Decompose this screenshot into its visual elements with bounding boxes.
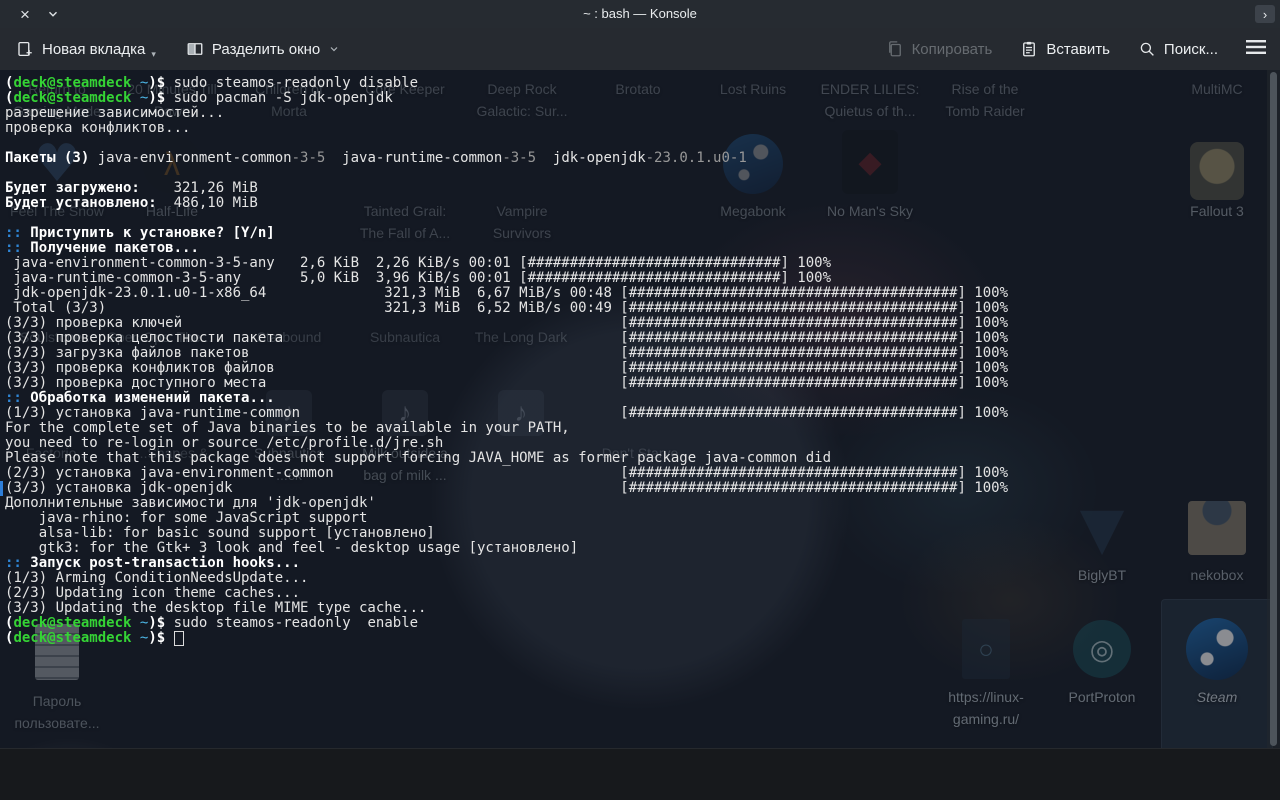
search-button[interactable]: Поиск...: [1138, 40, 1218, 58]
terminal-line: (3/3) проверка целостности пакета [#####…: [5, 331, 1280, 346]
new-tab-button[interactable]: Новая вкладка ▾: [16, 39, 156, 60]
terminal-line: (3/3) проверка доступного места [#######…: [5, 376, 1280, 391]
terminal-line: jdk-openjdk-23.0.1.u0-1-x86_64 321,3 MiB…: [5, 286, 1280, 301]
titlebar[interactable]: ~ : bash — Konsole: [0, 0, 1280, 28]
toolbar: Новая вкладка ▾ Разделить окно Копироват…: [0, 28, 1280, 70]
terminal-line: (1/3) Arming ConditionNeedsUpdate...: [5, 571, 1280, 586]
terminal-scrollbar-thumb[interactable]: [1270, 72, 1277, 746]
terminal-line: Please note that this package does not s…: [5, 451, 1280, 466]
hamburger-menu-icon[interactable]: [1246, 39, 1266, 60]
terminal-line: [5, 136, 1280, 151]
terminal-line: java-rhino: for some JavaScript support: [5, 511, 1280, 526]
terminal-line: Пакеты (3) java-environment-common-3-5 j…: [5, 151, 1280, 166]
terminal-line: (deck@steamdeck ~)$ sudo steamos-readonl…: [5, 616, 1280, 631]
taskbar: › > us 15% ⚙: [0, 748, 1280, 800]
terminal-line: :: Обработка изменений пакета...: [5, 391, 1280, 406]
terminal-line: alsa-lib: for basic sound support [устан…: [5, 526, 1280, 541]
terminal-line: (deck@steamdeck ~)$ sudo steamos-readonl…: [5, 76, 1280, 91]
terminal-line: (deck@steamdeck ~)$: [5, 631, 1280, 646]
chevron-down-icon[interactable]: [46, 7, 60, 21]
close-icon[interactable]: ×: [20, 6, 30, 23]
terminal-line: java-environment-common-3-5-any 2,6 KiB …: [5, 256, 1280, 271]
window-title: ~ : bash — Konsole: [0, 0, 1280, 28]
terminal-line: [5, 166, 1280, 181]
terminal-line: (3/3) Updating the desktop file MIME typ…: [5, 601, 1280, 616]
paste-icon: [1020, 40, 1038, 58]
terminal-line: (2/3) Updating icon theme caches...: [5, 586, 1280, 601]
terminal-line: :: Запуск post-transaction hooks...: [5, 556, 1280, 571]
terminal-line: :: Приступить к установке? [Y/n]: [5, 226, 1280, 241]
terminal-line: Будет загружено: 321,26 MiB: [5, 181, 1280, 196]
copy-icon: [886, 40, 904, 58]
new-output-marker: [0, 481, 3, 496]
terminal-line: (2/3) установка java-environment-common …: [5, 466, 1280, 481]
paste-label: Вставить: [1046, 41, 1110, 58]
new-tab-label: Новая вкладка: [42, 41, 145, 58]
search-icon: [1138, 40, 1156, 58]
chevron-down-icon: [328, 43, 340, 55]
terminal-line: (1/3) установка java-runtime-common [###…: [5, 406, 1280, 421]
search-label: Поиск...: [1164, 41, 1218, 58]
split-window-button[interactable]: Разделить окно: [186, 40, 340, 58]
terminal-line: :: Получение пакетов...: [5, 241, 1280, 256]
terminal-line: Дополнительные зависимости для 'jdk-open…: [5, 496, 1280, 511]
terminal-line: Будет установлено: 486,10 MiB: [5, 196, 1280, 211]
split-window-label: Разделить окно: [212, 41, 320, 58]
terminal-line: (3/3) проверка конфликтов файлов [######…: [5, 361, 1280, 376]
terminal-line: разрешение зависимостей...: [5, 106, 1280, 121]
terminal-line: For the complete set of Java binaries to…: [5, 421, 1280, 436]
terminal-output[interactable]: (deck@steamdeck ~)$ sudo steamos-readonl…: [0, 70, 1280, 748]
terminal-line: (3/3) загрузка файлов пакетов [#########…: [5, 346, 1280, 361]
terminal-line: проверка конфликтов...: [5, 121, 1280, 136]
terminal-line: (3/3) проверка ключей [#################…: [5, 316, 1280, 331]
terminal-line: gtk3: for the Gtk+ 3 look and feel - des…: [5, 541, 1280, 556]
new-tab-icon: [16, 40, 34, 58]
copy-button[interactable]: Копировать: [886, 40, 993, 58]
paste-button[interactable]: Вставить: [1020, 40, 1110, 58]
terminal-line: Total (3/3) 321,3 MiB 6,52 MiB/s 00:49 […: [5, 301, 1280, 316]
desktop-screen: Return toGaming Mode20 Minutes TillDawnC…: [0, 0, 1280, 800]
terminal-line: you need to re-login or source /etc/prof…: [5, 436, 1280, 451]
chevron-right-button[interactable]: ›: [1255, 5, 1275, 23]
terminal-line: (deck@steamdeck ~)$ sudo pacman -S jdk-o…: [5, 91, 1280, 106]
split-window-icon: [186, 40, 204, 58]
terminal-line: java-runtime-common-3-5-any 5,0 KiB 3,96…: [5, 271, 1280, 286]
terminal-line: [5, 211, 1280, 226]
chevron-down-icon: ▾: [151, 49, 156, 60]
terminal-line: (3/3) установка jdk-openjdk [###########…: [5, 481, 1280, 496]
copy-label: Копировать: [912, 41, 993, 58]
